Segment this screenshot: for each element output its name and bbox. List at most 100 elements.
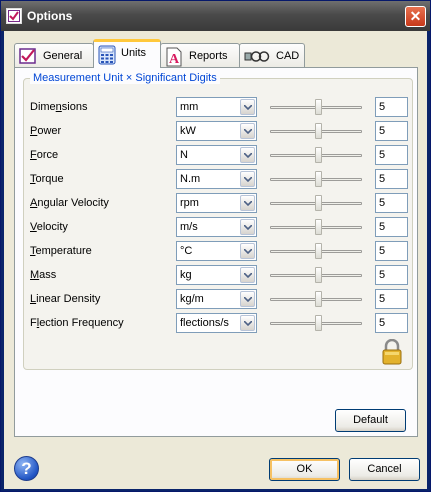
unit-value: N.m [180,173,201,185]
row-label: Mass [30,269,57,281]
digits-slider[interactable] [270,265,362,285]
unit-dropdown[interactable]: N.m [176,169,257,189]
unit-dropdown[interactable]: N [176,145,257,165]
digits-slider[interactable] [270,193,362,213]
digits-value: 5 [379,173,386,185]
unit-dropdown[interactable]: rpm [176,193,257,213]
slider-thumb[interactable] [315,267,322,283]
digits-field[interactable]: 5 [375,265,408,285]
tab-cad[interactable]: CAD [239,43,305,67]
row-label: Angular Velocity [30,197,109,209]
digits-field[interactable]: 5 [375,313,408,333]
unit-value: flections/s [180,317,229,329]
digits-value: 5 [379,101,386,113]
tab-general-label: General [43,50,83,62]
default-button[interactable]: Default [335,409,406,432]
digits-slider[interactable] [270,241,362,261]
slider-thumb[interactable] [315,219,322,235]
digits-field[interactable]: 5 [375,145,408,165]
slider-thumb[interactable] [315,99,322,115]
digits-field[interactable]: 5 [375,169,408,189]
tab-reports-label: Reports [189,50,228,62]
chevron-down-icon[interactable] [240,147,255,163]
digits-slider[interactable] [270,289,362,309]
digits-slider[interactable] [270,145,362,165]
slider-thumb[interactable] [315,291,322,307]
group-title: Measurement Unit × Significant Digits [30,72,220,84]
row-label: Velocity [30,221,68,233]
unit-value: kW [180,125,196,137]
slider-thumb[interactable] [315,243,322,259]
unit-value: N [180,149,188,161]
digits-slider[interactable] [270,313,362,333]
unit-dropdown[interactable]: kg [176,265,257,285]
unit-value: mm [180,101,199,113]
cad-link-icon [244,47,270,65]
chevron-down-icon[interactable] [240,243,255,259]
slider-thumb[interactable] [315,171,322,187]
title-bar[interactable]: Options ✕ [1,1,430,31]
slider-thumb[interactable] [315,147,322,163]
digits-slider[interactable] [270,97,362,117]
digits-field[interactable]: 5 [375,289,408,309]
digits-field[interactable]: 5 [375,217,408,237]
unit-row: Flection Frequency flections/s 5 [24,313,412,335]
unit-dropdown[interactable]: m/s [176,217,257,237]
unit-value: rpm [180,197,199,209]
chevron-down-icon[interactable] [240,219,255,235]
unit-row: Dimensions mm 5 [24,97,412,119]
digits-value: 5 [379,269,386,281]
digits-value: 5 [379,149,386,161]
digits-slider[interactable] [270,217,362,237]
calculator-icon [98,45,116,65]
row-label: Dimensions [30,101,88,113]
tab-general[interactable]: General [14,43,94,67]
unit-dropdown[interactable]: kW [176,121,257,141]
unit-dropdown[interactable]: °C [176,241,257,261]
digits-field[interactable]: 5 [375,241,408,261]
unit-row: Mass kg 5 [24,265,412,287]
tab-reports[interactable]: A Reports [160,43,240,67]
digits-field[interactable]: 5 [375,97,408,117]
chevron-down-icon[interactable] [240,315,255,331]
chevron-down-icon[interactable] [240,99,255,115]
row-label: Temperature [30,245,92,257]
checkbox-form-icon [19,47,37,65]
unit-dropdown[interactable]: mm [176,97,257,117]
unit-dropdown[interactable]: kg/m [176,289,257,309]
row-label: Flection Frequency [30,317,124,329]
tab-units[interactable]: Units [93,39,161,68]
chevron-down-icon[interactable] [240,123,255,139]
chevron-down-icon[interactable] [240,267,255,283]
digits-value: 5 [379,197,386,209]
slider-thumb[interactable] [315,315,322,331]
unit-row: Torque N.m 5 [24,169,412,191]
digits-field[interactable]: 5 [375,121,408,141]
unit-dropdown[interactable]: flections/s [176,313,257,333]
digits-slider[interactable] [270,121,362,141]
dialog-client-area: General Units A Reports CAD Measurement … [4,31,427,489]
unit-value: m/s [180,221,198,233]
chevron-down-icon[interactable] [240,291,255,307]
slider-thumb[interactable] [315,123,322,139]
ok-button[interactable]: OK [269,458,340,481]
tab-units-label: Units [121,47,147,59]
window-title: Options [27,9,73,23]
close-button[interactable]: ✕ [405,6,426,27]
digits-field[interactable]: 5 [375,193,408,213]
cancel-button[interactable]: Cancel [349,458,420,481]
chevron-down-icon[interactable] [240,171,255,187]
digits-slider[interactable] [270,169,362,189]
report-A-icon: A [165,47,183,67]
unit-row: Linear Density kg/m 5 [24,289,412,311]
chevron-down-icon[interactable] [240,195,255,211]
unit-value: °C [180,245,193,257]
unit-row: Temperature °C 5 [24,241,412,263]
lock-icon[interactable] [381,338,403,365]
help-icon[interactable]: ? [14,456,39,481]
slider-thumb[interactable] [315,195,322,211]
unit-value: kg [180,269,192,281]
close-icon: ✕ [409,8,422,24]
digits-value: 5 [379,293,386,305]
row-label: Torque [30,173,64,185]
